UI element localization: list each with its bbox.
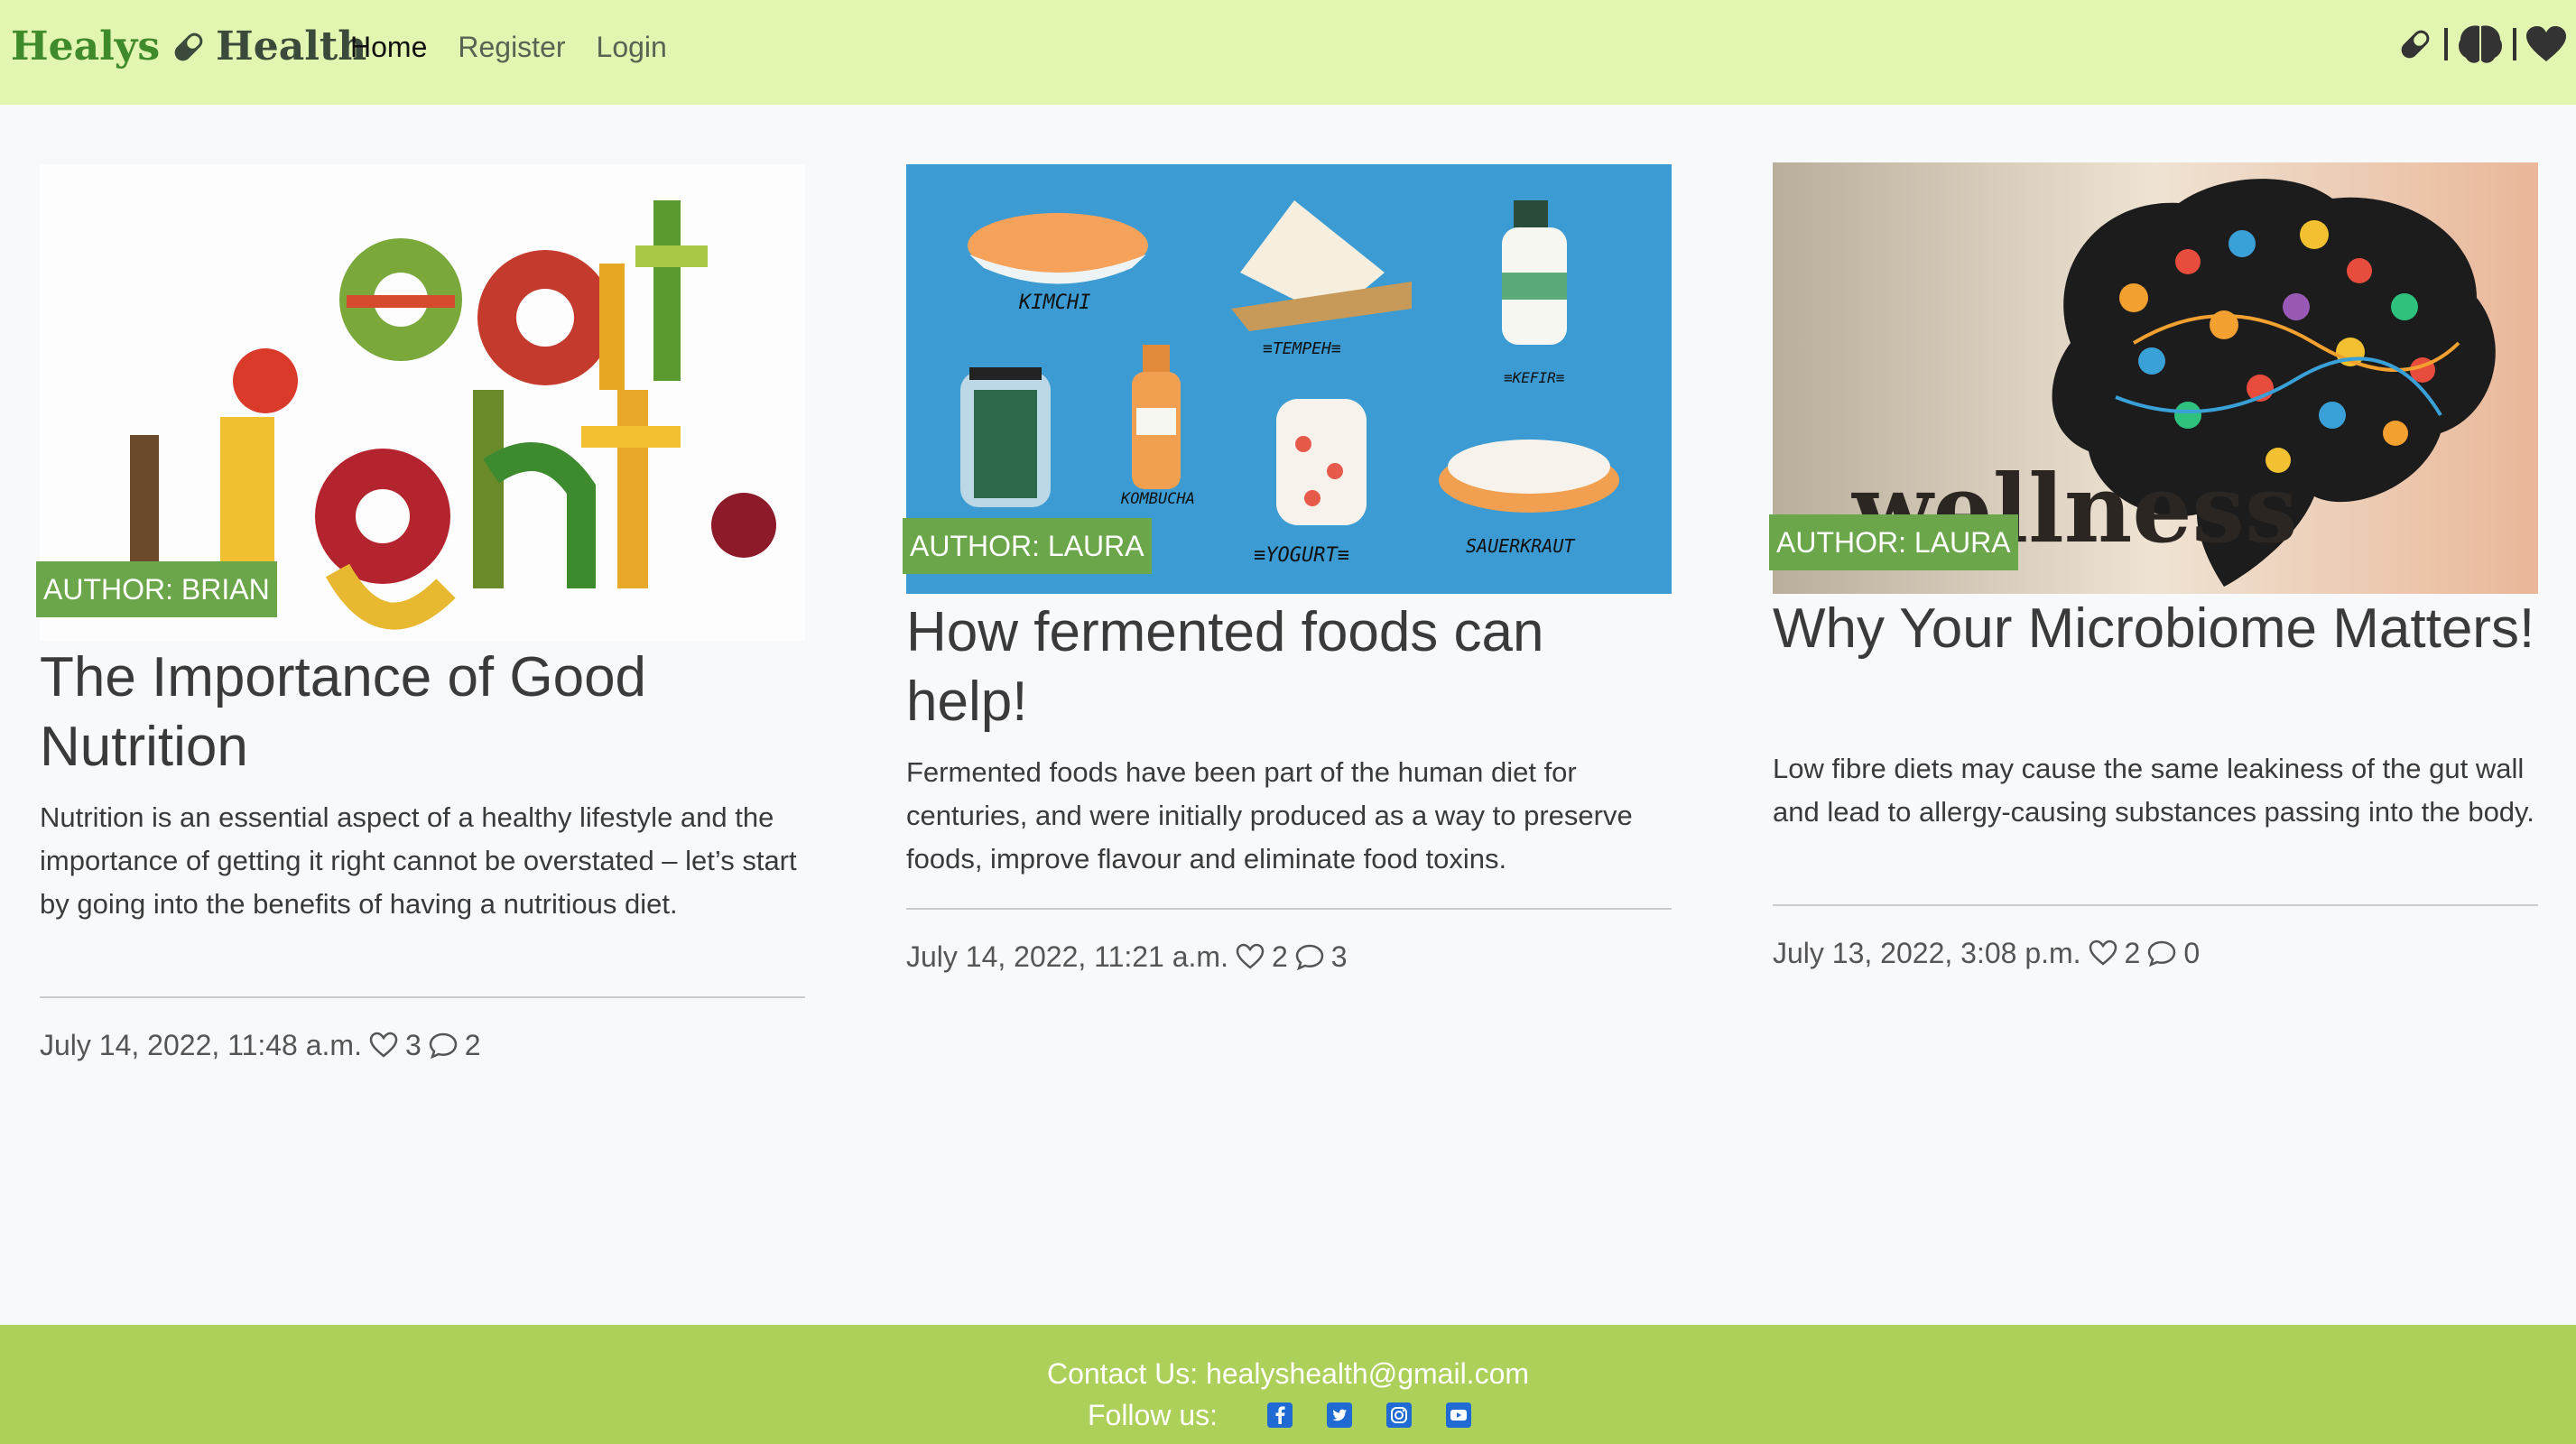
svg-text:≡YOGURT≡: ≡YOGURT≡ [1254, 544, 1349, 567]
brand-logo[interactable]: Healys Health [11, 23, 366, 70]
post-title[interactable]: Why Your Microbiome Matters! [1773, 594, 2538, 663]
follow-label: Follow us: [1087, 1399, 1219, 1431]
pill-icon [2401, 30, 2430, 59]
footer-follow: Follow us: [0, 1397, 2576, 1433]
instagram-icon[interactable] [1386, 1402, 1413, 1428]
footer-contact: Contact Us: healyshealth@gmail.com [1046, 1357, 1530, 1390]
nav-home-link[interactable]: Home [350, 29, 427, 65]
nav-login-link[interactable]: Login [597, 29, 667, 65]
comment-count: 2 [464, 1029, 481, 1061]
card-divider [906, 908, 1672, 910]
heart-outline-icon[interactable] [369, 1032, 398, 1059]
comment-icon[interactable] [2147, 940, 2176, 967]
comment-icon[interactable] [429, 1032, 458, 1059]
heart-outline-icon[interactable] [1236, 943, 1265, 970]
nav-register-link[interactable]: Register [458, 29, 565, 65]
navbar: Healys Health Home Register Login [0, 0, 2576, 105]
post-meta: July 14, 2022, 11:48 a.m. 3 2 [40, 1027, 481, 1063]
svg-text:KOMBUCHA: KOMBUCHA [1120, 490, 1195, 508]
nav-links: Home Register Login [350, 29, 698, 65]
svg-text:≡TEMPEH≡: ≡TEMPEH≡ [1263, 339, 1341, 358]
author-badge: AUTHOR: LAURA [903, 518, 1152, 574]
post-date: July 14, 2022, 11:48 a.m. [40, 1029, 362, 1061]
twitter-icon[interactable] [1327, 1402, 1353, 1428]
comment-count: 3 [1330, 940, 1348, 973]
post-excerpt: Nutrition is an essential aspect of a he… [40, 801, 797, 920]
label-kimchi: KIMCHI [1018, 292, 1090, 314]
heart-outline-icon[interactable] [2089, 940, 2117, 967]
comment-icon[interactable] [1295, 943, 1324, 970]
like-count: 2 [1271, 940, 1288, 973]
author-badge: AUTHOR: LAURA [1769, 514, 2018, 570]
icon-separator [2513, 28, 2516, 60]
post-date: July 13, 2022, 3:08 p.m. [1773, 937, 2081, 969]
pill-icon [174, 32, 203, 61]
post-date: July 14, 2022, 11:21 a.m. [906, 940, 1228, 973]
card-divider [40, 996, 805, 998]
author-badge: AUTHOR: BRIAN [36, 561, 277, 617]
post-meta: July 13, 2022, 3:08 p.m. 2 0 [1773, 935, 2200, 971]
post-excerpt: Low fibre diets may cause the same leaki… [1773, 753, 2534, 828]
footer: Contact Us: healyshealth@gmail.com Follo… [0, 1325, 2576, 1444]
svg-text:≡KEFIR≡: ≡KEFIR≡ [1504, 369, 1564, 386]
like-count: 3 [404, 1029, 422, 1061]
post-title[interactable]: How fermented foods can help! [906, 597, 1672, 736]
youtube-icon[interactable] [1446, 1402, 1472, 1428]
heart-icon [2526, 26, 2566, 61]
brand-name-part2: Health [216, 23, 367, 69]
brand-name-part1: Healys [11, 23, 161, 69]
nav-icons [2395, 23, 2567, 65]
facebook-icon[interactable] [1267, 1402, 1293, 1428]
post-title[interactable]: The Importance of Good Nutrition [40, 643, 805, 782]
comment-count: 0 [2183, 937, 2201, 969]
like-count: 2 [2124, 937, 2141, 969]
post-meta: July 14, 2022, 11:21 a.m. 2 3 [906, 939, 1348, 975]
post-excerpt: Fermented foods have been part of the hu… [906, 756, 1633, 875]
svg-text:SAUERKRAUT: SAUERKRAUT [1466, 535, 1576, 557]
icon-separator [2444, 28, 2448, 60]
card-divider [1773, 904, 2538, 906]
brain-icon [2459, 25, 2502, 63]
